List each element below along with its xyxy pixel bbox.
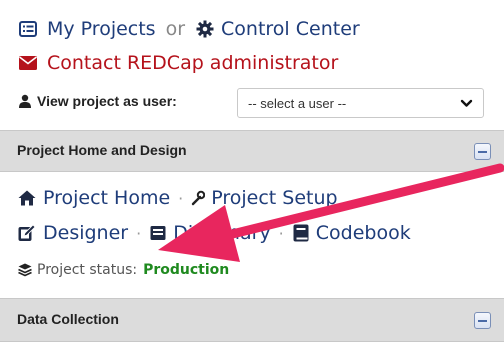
top-panel: My Projects or Control Center Contact RE… <box>0 0 504 128</box>
project-home-link[interactable]: Project Home <box>43 187 170 209</box>
view-as-user-row: View project as user: <box>17 93 177 109</box>
project-home-design-header: Project Home and Design <box>0 130 504 172</box>
or-text: or <box>165 18 186 40</box>
project-setup-link[interactable]: Project Setup <box>211 187 337 209</box>
project-home-design-title: Project Home and Design <box>17 142 187 158</box>
my-projects-link[interactable]: My Projects <box>47 18 156 40</box>
dictionary-link[interactable]: Dictionary <box>173 222 270 244</box>
data-collection-header: Data Collection <box>0 298 504 342</box>
chevron-down-icon <box>460 97 473 113</box>
layers-icon <box>17 263 33 277</box>
home-icon <box>17 190 37 206</box>
view-as-user-label: View project as user: <box>37 93 177 109</box>
link-separator: · <box>136 223 142 243</box>
list-icon <box>17 21 39 37</box>
table-icon <box>149 225 167 241</box>
project-links-row-2: Designer · Dictionary · Codebook <box>17 222 411 244</box>
data-collection-title: Data Collection <box>17 311 119 327</box>
project-status-label: Project status: <box>37 262 138 278</box>
control-center-link[interactable]: Control Center <box>221 18 360 40</box>
envelope-icon <box>17 56 39 70</box>
book-icon <box>292 224 310 242</box>
codebook-link[interactable]: Codebook <box>316 222 411 244</box>
contact-admin-link[interactable]: Contact REDCap administrator <box>47 52 338 74</box>
user-select-value: -- select a user -- <box>248 95 347 111</box>
wrench-icon <box>191 190 206 206</box>
project-status-row: Project status: Production <box>17 262 229 278</box>
project-status-value: Production <box>143 262 230 278</box>
user-select[interactable]: -- select a user -- <box>237 88 484 118</box>
link-separator: · <box>178 188 184 208</box>
top-nav-row: My Projects or Control Center <box>17 18 360 40</box>
link-separator: · <box>278 223 284 243</box>
edit-icon <box>17 224 37 242</box>
project-links-row-1: Project Home · Project Setup <box>17 187 338 209</box>
collapse-project-home-button[interactable] <box>474 143 491 160</box>
gear-icon <box>195 20 215 38</box>
collapse-data-collection-button[interactable] <box>474 312 491 329</box>
user-icon <box>17 94 33 108</box>
designer-link[interactable]: Designer <box>43 222 128 244</box>
contact-admin-row: Contact REDCap administrator <box>17 52 338 74</box>
